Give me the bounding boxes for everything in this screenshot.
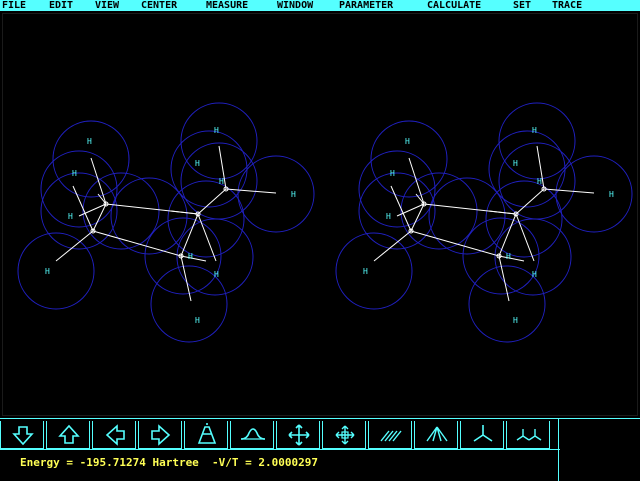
atom-sphere — [335, 232, 413, 310]
menu-center[interactable]: CENTER — [141, 0, 177, 11]
hydrogen-label: H — [214, 270, 219, 279]
tool-fan-button[interactable] — [414, 421, 458, 449]
tool-double-tripod-button[interactable] — [506, 421, 550, 449]
bond-line — [72, 185, 94, 232]
bond-line — [55, 230, 94, 262]
tool-arrow-right-button[interactable] — [138, 421, 182, 449]
hydrogen-label: H — [405, 137, 410, 146]
tool-zoom-button[interactable] — [322, 421, 366, 449]
hydrogen-label: H — [188, 252, 193, 261]
atom-sphere — [555, 155, 633, 233]
menu-trace[interactable]: TRACE — [552, 0, 582, 11]
bond-line — [515, 213, 535, 262]
arrow-left-icon — [105, 424, 125, 446]
atom-sphere — [488, 130, 566, 208]
hydrogen-label: H — [513, 316, 518, 325]
bond-line — [488, 210, 517, 215]
atom-sphere — [400, 172, 478, 250]
tool-hatch-button[interactable] — [368, 421, 412, 449]
hydrogen-label: H — [68, 212, 73, 221]
atom-sphere — [180, 102, 258, 180]
arrow-down-icon — [12, 426, 34, 446]
hydrogen-label: H — [87, 137, 92, 146]
hydrogen-label: H — [214, 126, 219, 135]
hydrogen-label: H — [363, 267, 368, 276]
hatch-icon — [380, 430, 402, 442]
menu-bar: FILE EDIT VIEW CENTER MEASURE WINDOW PAR… — [0, 0, 640, 11]
menu-view[interactable]: VIEW — [95, 0, 119, 11]
hydrogen-label: H — [45, 267, 50, 276]
arrow-up-icon — [58, 424, 80, 444]
atom-sphere — [237, 155, 315, 233]
menu-window[interactable]: WINDOW — [277, 0, 313, 11]
atom-sphere — [82, 172, 160, 250]
tool-arrow-left-button[interactable] — [92, 421, 136, 449]
menu-file[interactable]: FILE — [2, 0, 26, 11]
tool-rotate-x-button[interactable] — [184, 421, 228, 449]
zoom-icon — [335, 425, 355, 445]
menu-calculate[interactable]: CALCULATE — [427, 0, 481, 11]
bond-line — [390, 185, 412, 232]
menu-edit[interactable]: EDIT — [49, 0, 73, 11]
hydrogen-label: H — [532, 126, 537, 135]
atom-sphere — [170, 130, 248, 208]
side-panel — [558, 419, 640, 481]
atom-sphere — [358, 172, 436, 250]
tool-arrow-down-button[interactable] — [0, 421, 44, 449]
tool-arrow-up-button[interactable] — [46, 421, 90, 449]
hydrogen-label: H — [506, 252, 511, 261]
tripod-icon — [473, 425, 493, 442]
toolbar-divider — [0, 449, 560, 450]
hydrogen-label: H — [219, 177, 224, 186]
menu-measure[interactable]: MEASURE — [206, 0, 248, 11]
bond-line — [373, 230, 412, 262]
hydrogen-label: H — [72, 169, 77, 178]
energy-status: Energy = -195.71274 Hartree -V/T = 2.000… — [20, 456, 319, 469]
menu-set[interactable]: SET — [513, 0, 531, 11]
hydrogen-label: H — [195, 316, 200, 325]
atom-sphere — [40, 172, 118, 250]
molecule-canvas: H H H H H H H H H H H H H H H H H H H H H H — [17, 102, 633, 343]
tool-translate-button[interactable] — [276, 421, 320, 449]
translate-icon — [288, 424, 310, 446]
hydrogen-label: H — [195, 159, 200, 168]
hydrogen-label: H — [537, 177, 542, 186]
menu-parameter[interactable]: PARAMETER — [339, 0, 393, 11]
rotate-y-icon — [240, 428, 266, 440]
hydrogen-label: H — [390, 169, 395, 178]
bond-line — [170, 210, 199, 215]
hydrogen-label: H — [513, 159, 518, 168]
fan-icon — [426, 426, 448, 442]
hydrogen-label: H — [532, 270, 537, 279]
tool-rotate-y-button[interactable] — [230, 421, 274, 449]
bond-line — [515, 188, 545, 215]
hydrogen-label: H — [609, 190, 614, 199]
bond-line — [197, 188, 227, 215]
atom-sphere — [498, 102, 576, 180]
bond-line — [197, 213, 217, 262]
tool-tripod-button[interactable] — [460, 421, 504, 449]
atom-sphere — [17, 232, 95, 310]
hydrogen-label: H — [291, 190, 296, 199]
hydrogen-label: H — [386, 212, 391, 221]
molecule-viewport[interactable]: H H H H H H H H H H H H H H H H H H H H H H — [2, 13, 638, 416]
double-tripod-icon — [516, 429, 542, 441]
toolbar-panel: Energy = -195.71274 Hartree -V/T = 2.000… — [0, 418, 640, 481]
arrow-right-icon — [151, 424, 171, 446]
rotate-x-icon — [197, 423, 217, 444]
